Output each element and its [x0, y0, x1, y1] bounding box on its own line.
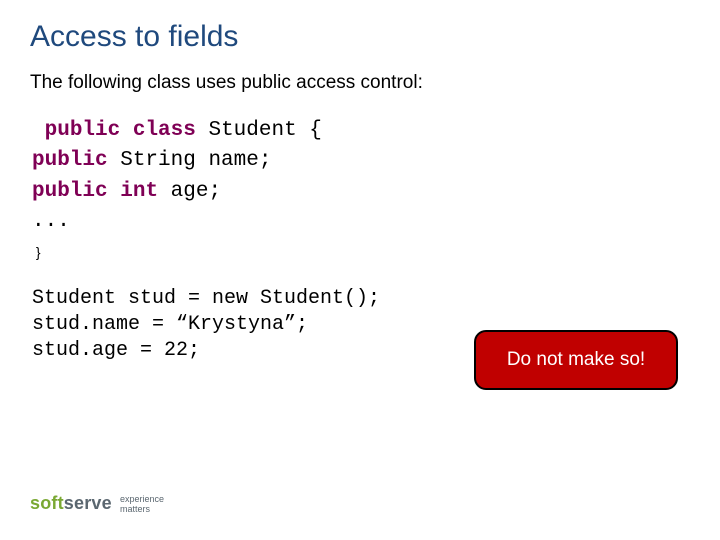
field-age-decl: age; [158, 180, 221, 203]
tagline-line2: matters [120, 505, 164, 514]
brand-tagline: experience matters [120, 495, 164, 514]
brand-logo: softserve [30, 493, 112, 514]
keyword-public: public [32, 149, 108, 172]
intro-text: The following class uses public access c… [30, 72, 690, 94]
keyword-int: int [120, 180, 158, 203]
field-name-decl: String name; [108, 149, 272, 172]
close-brace: } [32, 244, 41, 260]
warning-callout: Do not make so! [474, 330, 678, 390]
slide: Access to fields The following class use… [0, 0, 720, 540]
logo-part-serve: serve [64, 493, 112, 513]
code-block-class: public class Student { public String nam… [32, 116, 690, 268]
keyword-public: public [45, 119, 121, 142]
ellipsis: ... [32, 210, 70, 233]
logo-part-soft: soft [30, 493, 64, 513]
slide-title: Access to fields [30, 20, 690, 54]
class-decl-tail: Student { [196, 119, 322, 142]
keyword-public: public [32, 180, 108, 203]
keyword-class: class [133, 119, 196, 142]
warning-text: Do not make so! [507, 349, 645, 371]
